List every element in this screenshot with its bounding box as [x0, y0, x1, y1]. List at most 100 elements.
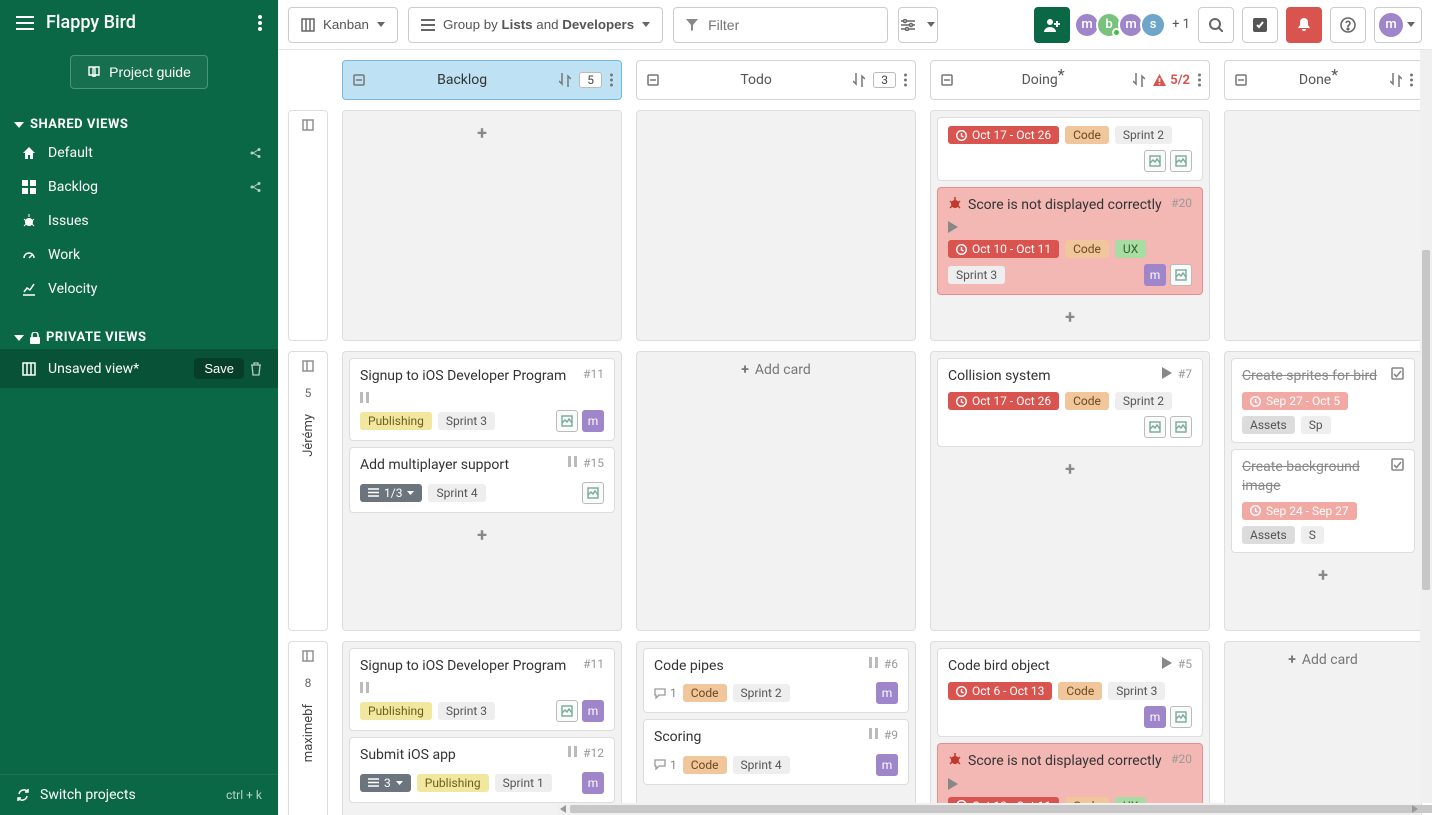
tag-sprint[interactable]: Sprint 3: [438, 412, 495, 430]
kanban-card[interactable]: Code pipes#61CodeSprint 2m: [643, 648, 909, 713]
kanban-cell[interactable]: Collision system#7Oct 17 - Oct 26CodeSpr…: [930, 351, 1210, 631]
tag-sprint[interactable]: Sp: [1301, 416, 1331, 434]
kanban-card[interactable]: Collision system#7Oct 17 - Oct 26CodeSpr…: [937, 358, 1203, 447]
add-card-button[interactable]: +Add card: [1231, 648, 1415, 672]
kanban-cell[interactable]: [1224, 110, 1422, 341]
add-card-button[interactable]: +: [937, 301, 1203, 334]
tag-datepk[interactable]: Sep 27 - Oct 5: [1242, 392, 1348, 410]
tag-datepk[interactable]: Sep 24 - Sep 27: [1242, 502, 1357, 520]
kanban-card[interactable]: Oct 17 - Oct 26CodeSprint 2: [937, 117, 1203, 181]
sidebar-item-backlog[interactable]: Backlog: [0, 170, 278, 204]
kanban-cell[interactable]: Signup to iOS Developer Program#11Publis…: [342, 641, 622, 815]
settings-dropdown[interactable]: [898, 7, 938, 43]
tag-sprint[interactable]: Sprint 1: [495, 774, 552, 792]
tag-date[interactable]: Oct 6 - Oct 13: [948, 682, 1052, 700]
tag-ux[interactable]: UX: [1115, 240, 1146, 258]
save-view-button[interactable]: Save: [194, 358, 244, 379]
assignee-avatar[interactable]: [1170, 706, 1192, 728]
tag-code[interactable]: Code: [1058, 682, 1102, 700]
tag-code[interactable]: Code: [1065, 126, 1109, 144]
sidebar-item-velocity[interactable]: Velocity: [0, 272, 278, 306]
assignee-avatar[interactable]: [1170, 416, 1192, 438]
tag-date[interactable]: Oct 10 - Oct 11: [948, 240, 1059, 258]
collapse-icon[interactable]: [353, 74, 365, 86]
kanban-card[interactable]: Create background imageSep 24 - Sep 27As…: [1231, 449, 1415, 552]
notifications-button[interactable]: [1286, 7, 1322, 43]
tag-sprint[interactable]: Sprint 3: [1108, 682, 1165, 700]
sort-icon[interactable]: [853, 73, 865, 87]
tag-code[interactable]: Code: [683, 756, 727, 774]
filter-input[interactable]: [673, 7, 888, 43]
kebab-icon[interactable]: [1410, 73, 1413, 87]
assignee-avatar[interactable]: m: [1144, 706, 1166, 728]
column-header-todo[interactable]: Todo 3: [636, 60, 916, 100]
tag-code[interactable]: Code: [1065, 240, 1109, 258]
search-button[interactable]: [1198, 7, 1234, 43]
kanban-cell[interactable]: [636, 110, 916, 341]
tag-code[interactable]: Code: [1065, 392, 1109, 410]
tag-counter[interactable]: 3: [360, 774, 411, 792]
swimlane-header[interactable]: [288, 110, 328, 341]
add-user-button[interactable]: [1034, 7, 1070, 43]
assignee-avatar[interactable]: m: [876, 754, 898, 776]
add-card-button[interactable]: +: [937, 453, 1203, 486]
kebab-icon[interactable]: [904, 73, 907, 87]
tag-sprint[interactable]: Sprint 4: [733, 756, 790, 774]
collapse-icon[interactable]: [941, 74, 953, 86]
kebab-icon[interactable]: [258, 15, 262, 31]
column-header-done[interactable]: Done*: [1224, 60, 1422, 100]
kanban-card[interactable]: Code bird object#5Oct 6 - Oct 13CodeSpri…: [937, 648, 1203, 737]
add-card-button[interactable]: +: [349, 519, 615, 552]
tag-counter[interactable]: 1/3: [360, 484, 422, 502]
kanban-card[interactable]: Submit iOS app#123PublishingSprint 1m: [349, 737, 615, 802]
assignee-avatar[interactable]: [1170, 264, 1192, 286]
tag-sprint[interactable]: Sprint 2: [1115, 392, 1172, 410]
assignee-avatar[interactable]: m: [582, 700, 604, 722]
kanban-card[interactable]: Add multiplayer support#151/3Sprint 4: [349, 447, 615, 512]
add-card-button[interactable]: +: [349, 117, 615, 150]
assignee-avatar[interactable]: m: [1144, 264, 1166, 286]
tag-pub[interactable]: Publishing: [360, 702, 432, 720]
tag-sprint[interactable]: Sprint 2: [733, 684, 790, 702]
project-guide-button[interactable]: Project guide: [70, 55, 208, 89]
kanban-card[interactable]: Signup to iOS Developer Program#11Publis…: [349, 648, 615, 731]
kanban-cell[interactable]: Code bird object#5Oct 6 - Oct 13CodeSpri…: [930, 641, 1210, 815]
assignee-avatar[interactable]: [556, 700, 578, 722]
tag-code[interactable]: Code: [683, 684, 727, 702]
kanban-cell[interactable]: +: [342, 110, 622, 341]
assignee-avatar[interactable]: [1170, 150, 1192, 172]
sidebar-item-issues[interactable]: Issues: [0, 204, 278, 238]
horizontal-scrollbar[interactable]: [558, 803, 1420, 815]
add-card-button[interactable]: +: [1231, 559, 1415, 592]
kebab-icon[interactable]: [610, 73, 613, 87]
filter-field[interactable]: [708, 17, 875, 33]
presence-avatars[interactable]: m b m s + 1: [1078, 12, 1190, 38]
assignee-avatar[interactable]: m: [876, 682, 898, 704]
column-header-doing[interactable]: Doing* 5/2: [930, 60, 1210, 100]
kanban-cell[interactable]: Signup to iOS Developer Program#11Publis…: [342, 351, 622, 631]
vertical-scrollbar[interactable]: [1420, 50, 1432, 803]
kanban-card[interactable]: Score is not displayed correctly#20Oct 1…: [937, 187, 1203, 295]
swimlane-header[interactable]: 8maximebf: [288, 641, 328, 815]
sidebar-item-work[interactable]: Work: [0, 238, 278, 272]
tag-sprint[interactable]: Sprint 3: [948, 266, 1005, 284]
help-button[interactable]: [1330, 7, 1366, 43]
tasks-button[interactable]: [1242, 7, 1278, 43]
assignee-avatar[interactable]: m: [582, 772, 604, 794]
kanban-card[interactable]: Scoring#91CodeSprint 4m: [643, 719, 909, 784]
tag-pub[interactable]: Publishing: [417, 774, 489, 792]
sidebar-item-unsaved-view[interactable]: Unsaved view* Save: [0, 349, 278, 388]
tag-sprint[interactable]: Sprint 3: [438, 702, 495, 720]
swimlane-header[interactable]: 5Jérémy: [288, 351, 328, 631]
assignee-avatar[interactable]: [556, 410, 578, 432]
kanban-cell[interactable]: +Add card: [1224, 641, 1422, 815]
tag-assets[interactable]: Assets: [1242, 526, 1295, 544]
view-mode-dropdown[interactable]: Kanban: [288, 7, 398, 43]
shared-views-header[interactable]: SHARED VIEWS: [0, 107, 278, 136]
kanban-card[interactable]: Signup to iOS Developer Program#11Publis…: [349, 358, 615, 441]
user-menu[interactable]: m: [1374, 7, 1422, 43]
group-by-dropdown[interactable]: Group by Lists and Developers: [408, 7, 663, 43]
trash-icon[interactable]: [250, 362, 262, 376]
tag-sprint[interactable]: S: [1301, 526, 1324, 544]
private-views-header[interactable]: PRIVATE VIEWS: [0, 320, 278, 349]
